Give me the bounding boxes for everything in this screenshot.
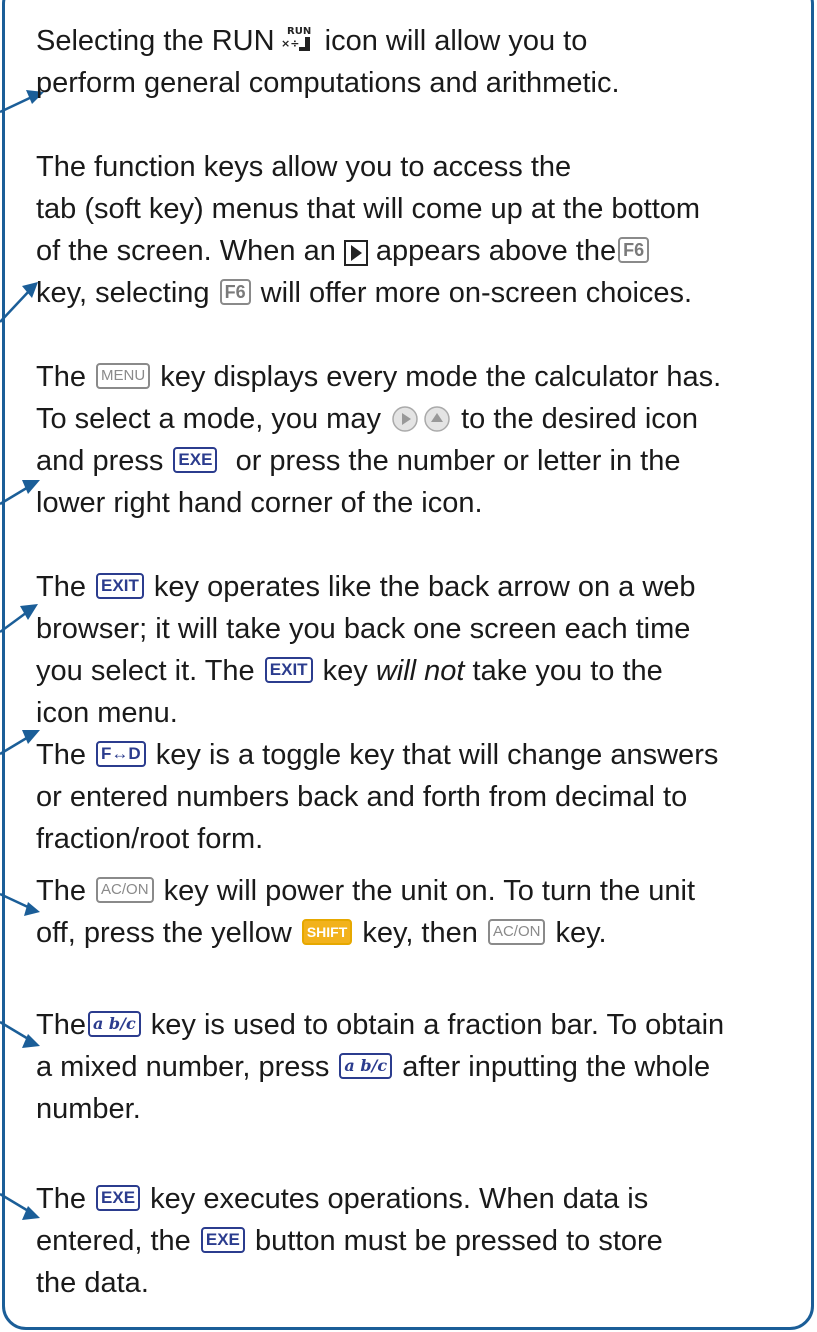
text-line: key will power the unit on. To turn the …	[155, 875, 696, 907]
arrow-function-keys	[0, 289, 31, 323]
fraction-key: a b/c	[339, 1053, 393, 1080]
text-line: key displays every mode the calculator h…	[152, 361, 722, 393]
paragraph-acon: The AC/ON key will power the unit on. To…	[36, 870, 806, 954]
text-line: after inputting the whole	[394, 1051, 711, 1083]
fraction-key: a b/c	[87, 1011, 141, 1038]
text-run-intro: Selecting the RUN	[36, 25, 275, 57]
text-line: off, press the yellow	[36, 917, 292, 949]
text-line: icon menu.	[36, 697, 178, 729]
text-line: lower right hand corner of the icon.	[36, 487, 483, 519]
paragraph-menu: The MENU key displays every mode the cal…	[36, 356, 806, 524]
exit-key: EXIT	[96, 573, 144, 600]
text-line: The function keys allow you to access th…	[36, 151, 572, 183]
text-line: browser; it will take you back one scree…	[36, 613, 691, 645]
exe-key: EXE	[200, 1227, 245, 1254]
text-line: key, selecting	[36, 277, 210, 309]
text-line: key executes operations. When data is	[142, 1183, 649, 1215]
arrow-frac	[0, 1020, 31, 1042]
ac-on-key: AC/ON	[96, 877, 154, 904]
text-line: tab (soft key) menus that will come up a…	[36, 193, 701, 225]
cursor-up-icon	[423, 403, 451, 433]
arrow-acon	[0, 892, 31, 910]
text-line: button must be pressed to store	[246, 1225, 663, 1257]
text-line: and press	[36, 445, 164, 477]
text-line: will offer more on-screen choices.	[252, 277, 693, 309]
text-line: The	[36, 1183, 86, 1215]
text-line: a mixed number, press	[36, 1051, 330, 1083]
cursor-right-icon	[391, 403, 419, 433]
f-d-toggle-key: F↔D	[96, 741, 146, 768]
emphasis-will-not: will not	[375, 655, 465, 687]
text-line: appears above the	[375, 235, 617, 267]
text-line: To select a mode, you may	[36, 403, 381, 435]
arrow-run	[0, 94, 35, 114]
shift-key: SHIFT	[301, 919, 353, 946]
paragraph-function-keys: The function keys allow you to access th…	[36, 146, 806, 314]
text-line: key operates like the back arrow on a we…	[145, 571, 696, 603]
text-line: key is used to obtain a fraction bar. To…	[142, 1009, 725, 1041]
arrow-menu	[0, 484, 31, 506]
f6-key: F6	[618, 237, 650, 264]
text-line: number.	[36, 1093, 141, 1125]
text-run-intro-end: icon will allow you to	[316, 25, 588, 57]
paragraph-exe: The EXE key executes operations. When da…	[36, 1178, 806, 1304]
text-line: or press the number or letter in the	[219, 445, 681, 477]
text-line: of the screen. When an	[36, 235, 336, 267]
right-triangle-icon	[343, 236, 368, 267]
exe-key: EXE	[96, 1185, 141, 1212]
paragraph-fraction: The a b/c key is used to obtain a fractio…	[36, 1004, 806, 1130]
text-line: The	[36, 875, 86, 907]
text-line: The	[36, 1009, 86, 1041]
menu-key: MENU	[96, 363, 151, 390]
text-line: The	[36, 739, 86, 771]
text-line: to the desired icon	[453, 403, 699, 435]
paragraph-exit: The EXIT key operates like the back arro…	[36, 566, 806, 734]
text-line: entered, the	[36, 1225, 191, 1257]
f6-key: F6	[219, 279, 251, 306]
paragraph-fd: The F↔D key is a toggle key that will ch…	[36, 734, 806, 860]
arrow-fd	[0, 734, 31, 756]
exit-key: EXIT	[264, 657, 313, 684]
text-line: the data.	[36, 1267, 149, 1299]
arrow-exe	[0, 1192, 31, 1214]
exe-key: EXE	[173, 447, 218, 474]
run-icon-label: RUN	[287, 26, 311, 37]
text-line: The	[36, 571, 86, 603]
ac-on-key: AC/ON	[487, 919, 546, 946]
text-line: or entered numbers back and forth from d…	[36, 781, 688, 813]
text-line: take you to the	[464, 655, 663, 687]
text-line: perform general computations and arithme…	[36, 67, 620, 99]
text-line: key is a toggle key that will change ans…	[147, 739, 719, 771]
text-line: you select it. The	[36, 655, 255, 687]
text-line: key, then	[354, 917, 478, 949]
text-line: key	[314, 655, 376, 687]
text-line: The	[36, 361, 86, 393]
paragraph-run: Selecting the RUN RUN ×÷ icon will allow y…	[36, 20, 806, 104]
text-line: key.	[547, 917, 607, 949]
run-mode-icon: RUN ×÷	[279, 23, 313, 53]
run-icon-symbols: ×÷	[281, 37, 299, 50]
text-line: fraction/root form.	[36, 823, 264, 855]
